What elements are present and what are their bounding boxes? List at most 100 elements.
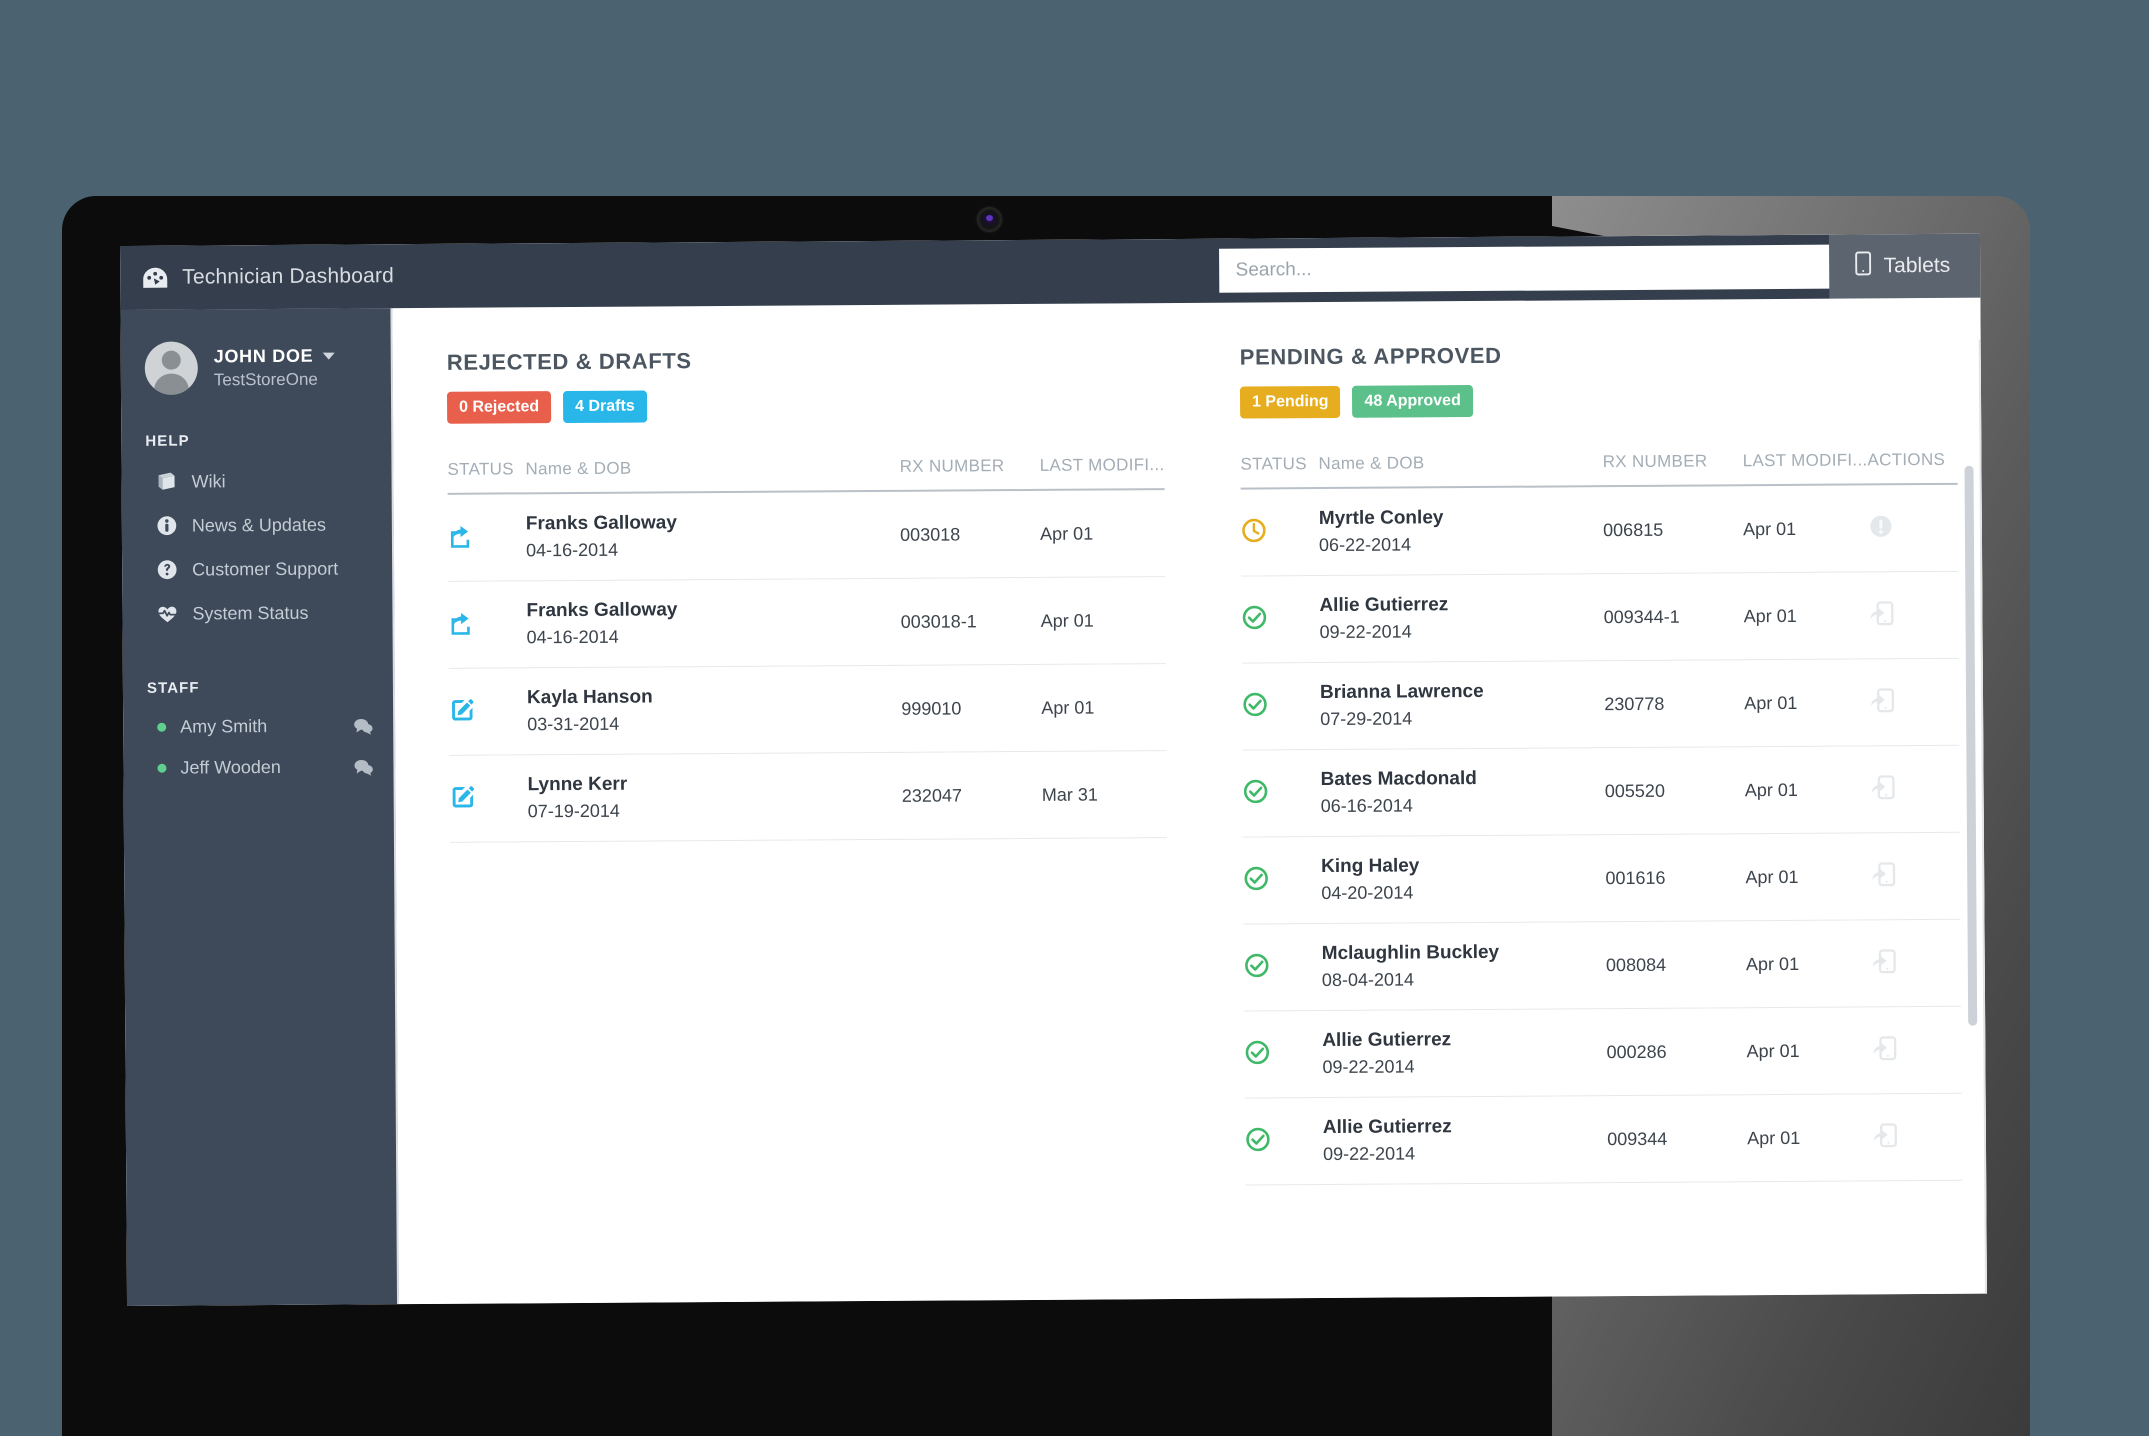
user-name: JOHN DOE <box>214 345 314 367</box>
cell-actions[interactable] <box>1870 832 1961 920</box>
sidebar-item-label: Wiki <box>191 471 225 492</box>
cell-last-modified: Apr 01 <box>1040 577 1165 665</box>
table-row[interactable]: Myrtle Conley06-22-2014006815Apr 01 <box>1241 484 1959 576</box>
panel-title: REJECTED & DRAFTS <box>447 345 1164 376</box>
table-row[interactable]: Franks Galloway04-16-2014003018Apr 01 <box>448 489 1166 581</box>
cell-status <box>1243 837 1322 925</box>
column-header-last-modified[interactable]: LAST MODIFI... <box>1743 450 1868 485</box>
body: JOHN DOE TestStoreOne HELP <box>120 298 1987 1306</box>
tablets-button[interactable]: Tablets <box>1829 234 1980 299</box>
cell-rx-number: 009344 <box>1607 1095 1748 1183</box>
cell-rx-number: 005520 <box>1605 747 1746 835</box>
cell-actions[interactable] <box>1871 920 1962 1008</box>
table-row[interactable]: Brianna Lawrence07-29-2014230778Apr 01 <box>1242 658 1960 750</box>
clock-circle-icon <box>1241 517 1267 548</box>
scrollbar-track[interactable] <box>1964 466 1978 1266</box>
table-row[interactable]: Franks Galloway04-16-2014003018-1Apr 01 <box>448 577 1166 669</box>
user-menu[interactable]: JOHN DOE TestStoreOne <box>121 334 391 395</box>
table-row[interactable]: Allie Gutierrez09-22-2014000286Apr 01 <box>1244 1007 1962 1099</box>
sidebar-item-wiki[interactable]: Wiki <box>121 458 391 504</box>
share-square-icon <box>448 522 474 553</box>
cell-actions[interactable] <box>1871 1007 1962 1095</box>
cell-last-modified: Mar 31 <box>1042 751 1167 839</box>
patient-dob: 04-16-2014 <box>527 623 901 650</box>
table-row[interactable]: Allie Gutierrez09-22-2014009344-1Apr 01 <box>1241 571 1959 663</box>
patient-name: Bates Macdonald <box>1320 766 1604 792</box>
table-row[interactable]: Kayla Hanson03-31-2014999010Apr 01 <box>449 664 1167 756</box>
table-row[interactable]: King Haley04-20-2014001616Apr 01 <box>1243 832 1961 924</box>
search-input[interactable] <box>1219 245 1829 293</box>
column-header-name-dob[interactable]: Name & DOB <box>1318 452 1602 488</box>
panel-pills: 1 Pending 48 Approved <box>1240 382 1957 419</box>
panel-title: PENDING & APPROVED <box>1240 340 1957 371</box>
patient-name: Mclaughlin Buckley <box>1322 940 1606 966</box>
column-header-name-dob[interactable]: Name & DOB <box>525 457 899 493</box>
patient-name: Kayla Hanson <box>527 684 901 710</box>
check-circle-icon <box>1244 952 1270 983</box>
status-badge-pending[interactable]: 1 Pending <box>1240 386 1341 419</box>
cell-actions[interactable] <box>1868 484 1959 572</box>
patient-name: Allie Gutierrez <box>1319 592 1603 618</box>
table-row[interactable]: Lynne Kerr07-19-2014232047Mar 31 <box>449 751 1167 843</box>
status-badge-rejected[interactable]: 0 Rejected <box>447 391 551 424</box>
brand[interactable]: Technician Dashboard <box>120 264 394 290</box>
cell-status <box>1241 576 1320 664</box>
chat-bubbles-icon[interactable] <box>353 758 373 776</box>
sidebar-item-customer-support[interactable]: Customer Support <box>122 546 392 592</box>
column-header-last-modified[interactable]: LAST MODIFI... <box>1040 455 1165 490</box>
column-header-rx-number[interactable]: RX NUMBER <box>900 456 1040 491</box>
app-title: Technician Dashboard <box>182 264 394 289</box>
patient-dob: 06-16-2014 <box>1321 792 1605 818</box>
patient-name: Franks Galloway <box>526 510 900 536</box>
cell-name-dob: Lynne Kerr07-19-2014 <box>527 752 902 842</box>
status-badge-approved[interactable]: 48 Approved <box>1352 385 1473 418</box>
online-status-dot <box>157 764 166 773</box>
patient-name: King Haley <box>1321 853 1605 879</box>
column-header-rx-number[interactable]: RX NUMBER <box>1603 451 1743 486</box>
column-header-status[interactable]: STATUS <box>1240 454 1318 489</box>
cell-actions[interactable] <box>1869 658 1960 746</box>
patient-dob: 06-22-2014 <box>1319 531 1603 557</box>
chevron-down-icon[interactable] <box>322 352 334 359</box>
scrollbar-thumb[interactable] <box>1964 466 1977 1026</box>
check-circle-icon <box>1242 691 1268 722</box>
table-row[interactable]: Mclaughlin Buckley08-04-2014008084Apr 01 <box>1244 920 1962 1012</box>
column-header-actions[interactable]: ACTIONS <box>1867 450 1957 485</box>
book-icon <box>155 471 177 493</box>
patient-name: Myrtle Conley <box>1319 505 1603 531</box>
sidebar-item-staff-amy-smith[interactable]: Amy Smith <box>123 705 393 748</box>
sidebar-item-staff-jeff-wooden[interactable]: Jeff Wooden <box>123 746 393 789</box>
cell-actions[interactable] <box>1869 745 1960 833</box>
cell-actions[interactable] <box>1872 1094 1963 1182</box>
send-to-tablet-icon <box>1870 874 1896 891</box>
patient-dob: 04-16-2014 <box>526 536 900 563</box>
cell-rx-number: 000286 <box>1606 1008 1747 1096</box>
send-to-tablet-icon <box>1868 613 1894 630</box>
cell-last-modified: Apr 01 <box>1743 484 1868 572</box>
column-header-status[interactable]: STATUS <box>447 459 525 494</box>
sidebar-item-news-updates[interactable]: News & Updates <box>122 502 392 548</box>
patient-dob: 09-22-2014 <box>1320 618 1604 644</box>
cell-status <box>1244 924 1323 1012</box>
patient-dob: 09-22-2014 <box>1322 1053 1606 1079</box>
check-circle-icon <box>1243 778 1269 809</box>
table-row[interactable]: Bates Macdonald06-16-2014005520Apr 01 <box>1242 745 1960 837</box>
scene: Technician Dashboard Tablets <box>0 0 2149 1186</box>
cell-name-dob: Allie Gutierrez09-22-2014 <box>1319 574 1604 663</box>
staff-name: Amy Smith <box>180 715 353 737</box>
table-row[interactable]: Allie Gutierrez09-22-2014009344Apr 01 <box>1245 1094 1963 1186</box>
cell-status <box>449 668 528 756</box>
send-to-tablet-icon <box>1871 961 1897 978</box>
webcam-icon <box>977 207 1002 232</box>
chat-bubbles-icon[interactable] <box>353 717 373 735</box>
sidebar: JOHN DOE TestStoreOne HELP <box>120 308 399 1306</box>
cell-last-modified: Apr 01 <box>1746 920 1871 1008</box>
sidebar-item-system-status[interactable]: System Status <box>122 590 392 636</box>
cell-actions[interactable] <box>1868 571 1959 659</box>
status-badge-drafts[interactable]: 4 Drafts <box>563 391 647 424</box>
pending-approved-table: STATUS Name & DOB RX NUMBER LAST MODIFI.… <box>1240 450 1962 1186</box>
cell-name-dob: Kayla Hanson03-31-2014 <box>527 665 902 755</box>
cell-name-dob: Allie Gutierrez09-22-2014 <box>1322 1009 1607 1098</box>
top-bar-right: Tablets <box>1219 234 1980 303</box>
question-circle-icon <box>156 559 178 581</box>
